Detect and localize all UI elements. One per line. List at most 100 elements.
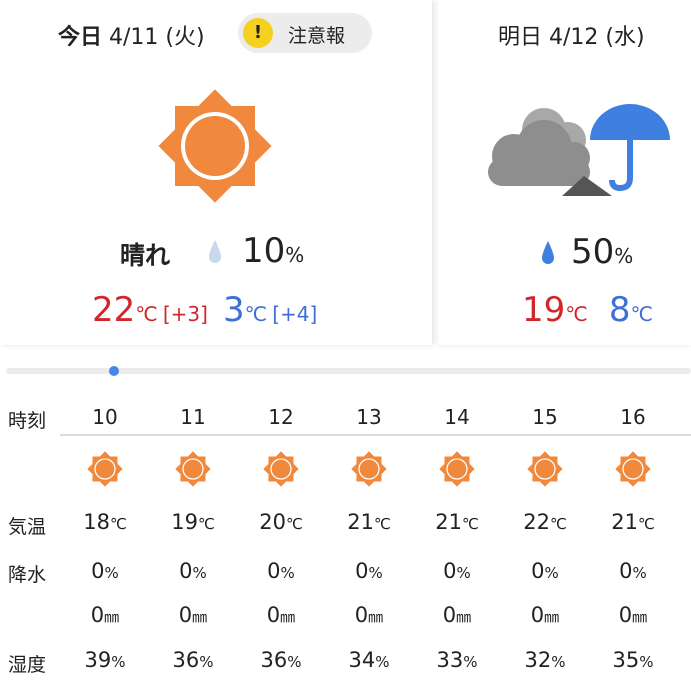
hour-precip-mm-unit: ㎜ (192, 608, 208, 626)
hour-precip-mm-value: 0 (530, 603, 545, 627)
sun-icon (149, 449, 237, 489)
hour-precip-pct-value: 0 (179, 559, 193, 583)
today-header: 今日 4/11 (火) (58, 19, 205, 51)
hour-precip-mm: 0㎜ (237, 603, 325, 627)
hour-humidity: 36% (149, 648, 237, 672)
hour-precip-pct-unit: % (544, 564, 559, 582)
tomorrow-precip-value: 50 (571, 232, 615, 272)
hour-precip-mm: 0㎜ (325, 603, 413, 627)
hour-humidity-unit: % (375, 653, 390, 671)
hour-temp-value: 21 (435, 510, 462, 534)
hour-humidity: 34% (325, 648, 413, 672)
hour-precip-pct: 0% (149, 559, 237, 583)
hour-precip-pct-unit: % (632, 564, 647, 582)
today-low-unit: ℃ (244, 302, 268, 326)
hour-humidity-unit: % (199, 653, 214, 671)
hour-humidity: 36% (237, 648, 325, 672)
hour-precip-pct: 0% (501, 559, 589, 583)
hour-humidity-unit: % (111, 653, 126, 671)
hour-precip-pct-unit: % (456, 564, 471, 582)
hour-precip-mm: 0㎜ (589, 603, 677, 627)
hour-precip-mm-value: 0 (90, 603, 105, 627)
raindrop-icon (209, 240, 221, 263)
hour-humidity-unit: % (551, 653, 566, 671)
hour-label: 11 (180, 405, 206, 429)
hour-label: 13 (356, 405, 382, 429)
hour-humidity-value: 36 (172, 648, 200, 672)
alert-icon: ! (243, 18, 273, 48)
hour-temp: 19℃ (149, 510, 237, 534)
sun-icon (413, 449, 501, 489)
today-precip-value: 10 (242, 231, 286, 271)
hour-temp-unit: ℃ (637, 515, 655, 533)
hour-precip-pct: 0% (237, 559, 325, 583)
tomorrow-low-value: 8 (608, 290, 631, 330)
hour-precip-pct-value: 0 (355, 559, 369, 583)
hour-temp-value: 21 (611, 510, 638, 534)
tomorrow-high-value: 19 (522, 290, 566, 330)
hour-temp: 21℃ (325, 510, 413, 534)
hour-precip-pct-value: 0 (267, 559, 281, 583)
sun-icon (158, 89, 272, 203)
hour-precip-pct-value: 0 (531, 559, 545, 583)
hour-temp: 21℃ (589, 510, 677, 534)
hour-precip-pct: 0% (61, 559, 149, 583)
hour-label: 10 (92, 405, 118, 429)
sun-icon (237, 449, 325, 489)
today-label: 今日 (58, 25, 103, 50)
hour-precip-pct-value: 0 (443, 559, 457, 583)
sun-icon (61, 449, 149, 489)
sun-icon (501, 449, 589, 489)
hour-temp: 21℃ (413, 510, 501, 534)
hour-label: 14 (444, 405, 470, 429)
hour-precip-mm-unit: ㎜ (456, 608, 472, 626)
hourly-header-divider (60, 434, 691, 436)
tomorrow-precip: 50% (571, 232, 633, 272)
hour-precip-mm-value: 0 (442, 603, 457, 627)
tomorrow-high-unit: ℃ (565, 302, 588, 326)
today-condition: 晴れ (120, 241, 171, 270)
today-low-diff: [+4] (272, 302, 318, 326)
tomorrow-high: 19℃ (522, 290, 588, 330)
hour-humidity-value: 32 (524, 648, 552, 672)
hour-humidity-unit: % (463, 653, 478, 671)
today-high: 22℃ (92, 290, 158, 330)
today-precip: 10% (242, 231, 304, 271)
hour-humidity-value: 36 (260, 648, 288, 672)
hour-precip-pct: 0% (413, 559, 501, 583)
hour-temp-value: 22 (523, 510, 550, 534)
alert-badge[interactable]: ! 注意報 (238, 13, 372, 53)
hour-humidity: 33% (413, 648, 501, 672)
tomorrow-forecast-card[interactable]: 明日 4/12 (水) 50% 19℃ 8℃ (438, 0, 691, 345)
sun-icon (589, 449, 677, 489)
hour-humidity: 32% (501, 648, 589, 672)
hour-precip-mm-unit: ㎜ (632, 608, 648, 626)
today-precip-unit: % (285, 243, 305, 267)
today-forecast-card[interactable]: 今日 4/11 (火) ! 注意報 晴れ 10% 22℃ [+3] 3℃ [+4… (0, 0, 432, 345)
hour-label: 15 (532, 405, 558, 429)
hour-precip-mm-value: 0 (266, 603, 281, 627)
hour-temp-value: 18 (83, 510, 110, 534)
hour-precip-pct-unit: % (280, 564, 295, 582)
hour-precip-mm-value: 0 (618, 603, 633, 627)
hour-humidity-unit: % (639, 653, 654, 671)
today-low-value: 3 (223, 290, 245, 330)
hour-precip-mm: 0㎜ (61, 603, 149, 627)
hour-precip-pct: 0% (589, 559, 677, 583)
hour-temp: 22℃ (501, 510, 589, 534)
hour-humidity: 35% (589, 648, 677, 672)
raindrop-icon (542, 241, 554, 264)
row-label-temp: 気温 (8, 516, 47, 538)
hour-precip-pct-unit: % (104, 564, 119, 582)
today-high-unit: ℃ (135, 302, 158, 326)
hour-temp-value: 20 (259, 510, 286, 534)
hourly-scroll-thumb[interactable] (109, 366, 119, 376)
hour-precip-pct-unit: % (368, 564, 383, 582)
hour-precip-pct: 0% (325, 559, 413, 583)
hour-precip-pct-unit: % (192, 564, 207, 582)
today-high-diff: [+3] (162, 302, 208, 326)
hour-temp-unit: ℃ (461, 515, 479, 533)
cloud-umbrella-icon (488, 104, 670, 196)
hour-temp: 20℃ (237, 510, 325, 534)
today-high-value: 22 (92, 290, 136, 330)
